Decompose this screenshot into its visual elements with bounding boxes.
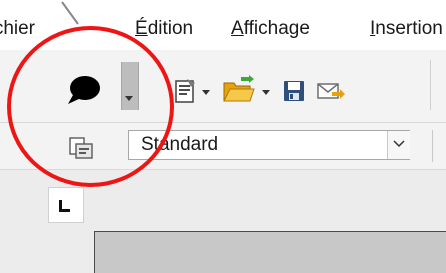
open-dropdown-icon[interactable] <box>262 90 270 95</box>
styles-icon[interactable] <box>68 136 96 165</box>
toolbar-separator <box>430 60 431 110</box>
menu-file[interactable]: Fichier <box>0 17 35 41</box>
menu-edit[interactable]: Édition <box>135 17 193 41</box>
menu-view-mnemonic: A <box>231 18 244 39</box>
paragraph-style-combobox[interactable]: Standard <box>128 130 410 160</box>
menu-insert[interactable]: Insertion <box>370 17 443 41</box>
left-tab-icon-base <box>59 209 70 212</box>
toolbar-overflow-handle[interactable] <box>121 62 139 110</box>
templates-dropdown-icon[interactable] <box>202 90 210 95</box>
save-icon[interactable] <box>282 79 306 108</box>
menu-view[interactable]: Affichage <box>231 17 310 41</box>
menu-edit-rest: dition <box>147 18 194 39</box>
menu-view-rest: ffichage <box>243 18 310 39</box>
menu-insert-rest: nsertion <box>375 18 443 39</box>
menu-bar: Fichier Édition Affichage Insertion <box>0 0 446 50</box>
comment-icon[interactable] <box>63 73 107 114</box>
chevron-down-icon[interactable] <box>125 96 133 101</box>
email-icon[interactable] <box>316 80 346 107</box>
menu-edit-mnemonic: É <box>135 18 148 39</box>
tab-stop-selector[interactable] <box>48 187 84 223</box>
paragraph-style-value: Standard <box>141 134 219 155</box>
open-folder-icon[interactable] <box>222 75 256 110</box>
style-dropdown-button[interactable] <box>387 131 410 159</box>
document-page[interactable] <box>94 231 446 273</box>
templates-icon[interactable] <box>173 78 199 109</box>
writer-window: Fichier Édition Affichage Insertion <box>0 0 446 273</box>
toolbar-separator <box>432 130 433 162</box>
chevron-down-icon <box>393 140 405 148</box>
menu-file-rest: ichier <box>0 18 36 39</box>
